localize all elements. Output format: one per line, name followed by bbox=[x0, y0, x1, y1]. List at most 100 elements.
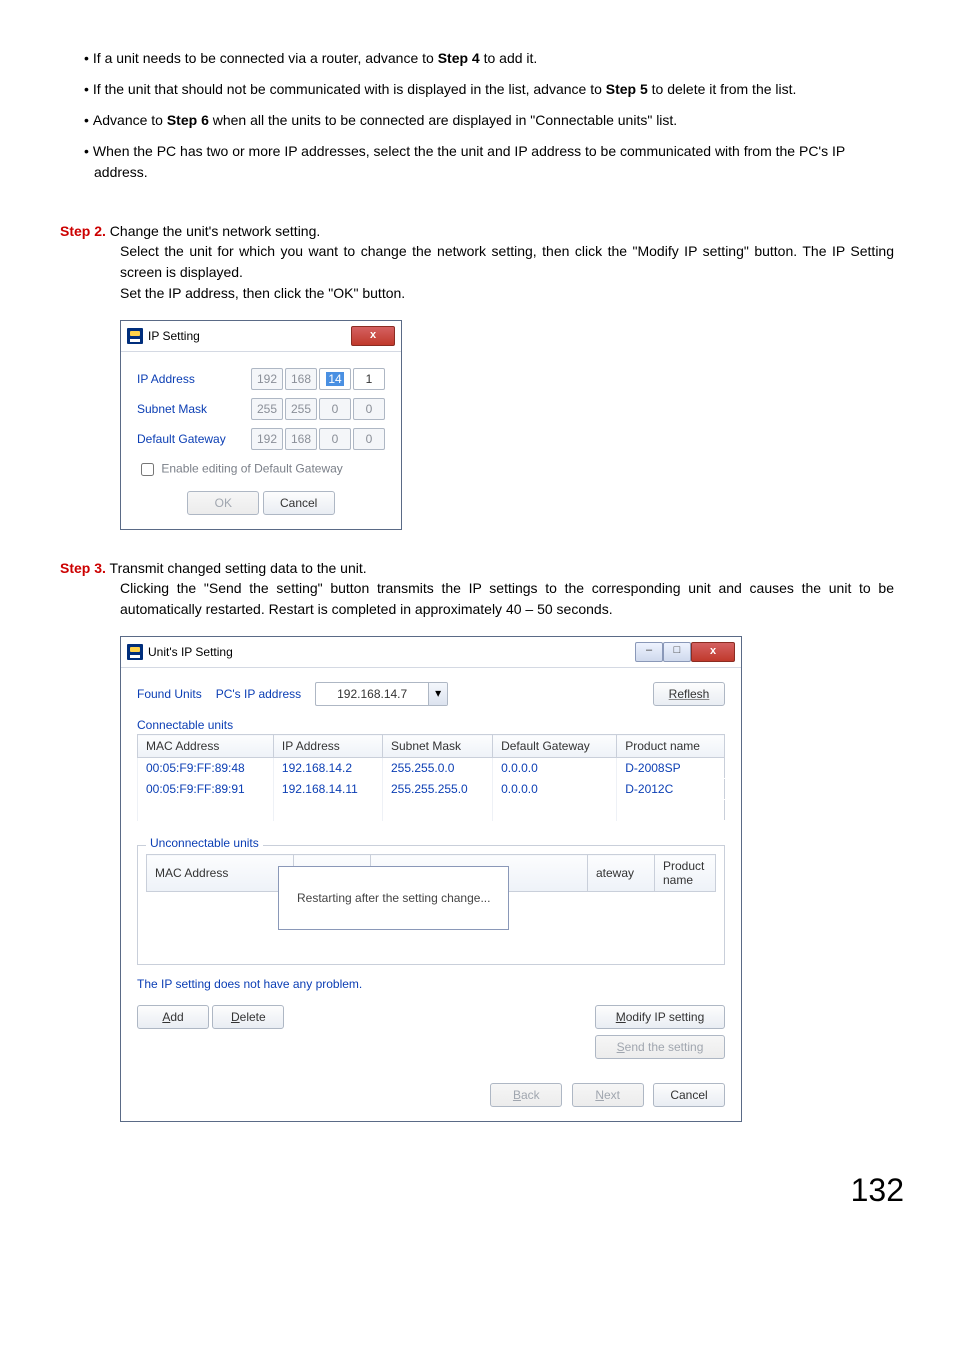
send-the-setting-button[interactable]: Send the setting bbox=[595, 1035, 725, 1059]
cell-gw: 0.0.0.0 bbox=[493, 779, 617, 800]
mask-octet-2[interactable]: 0 bbox=[319, 398, 351, 420]
bullet-icon: • bbox=[84, 50, 89, 66]
ip-dialog-title: IP Setting bbox=[148, 329, 200, 343]
ip-octet-2[interactable]: 14 bbox=[319, 368, 351, 390]
connectable-units-label: Connectable units bbox=[137, 718, 725, 732]
add-button[interactable]: Add bbox=[137, 1005, 209, 1029]
pc-ip-value: 192.168.14.7 bbox=[316, 687, 428, 701]
maximize-icon[interactable]: □ bbox=[663, 642, 691, 662]
note-text: If the unit that should not be communica… bbox=[93, 81, 797, 97]
mask-octet-1[interactable]: 255 bbox=[285, 398, 317, 420]
subnet-mask-label: Subnet Mask bbox=[137, 402, 251, 416]
cell-mac: 00:05:F9:FF:89:91 bbox=[138, 779, 274, 800]
step3-title: Transmit changed setting data to the uni… bbox=[110, 560, 367, 576]
ip-octet-2-value: 14 bbox=[326, 372, 343, 386]
bullet-icon: • bbox=[84, 143, 89, 159]
cell-ip: 192.168.14.2 bbox=[273, 758, 382, 779]
step3-block: Step 3. Transmit changed setting data to… bbox=[60, 560, 894, 1122]
close-icon[interactable]: x bbox=[351, 326, 395, 346]
app-icon bbox=[127, 328, 143, 344]
default-gateway-label: Default Gateway bbox=[137, 432, 251, 446]
ucol-mac[interactable]: MAC Address bbox=[147, 855, 294, 892]
subnet-mask-row: Subnet Mask 255 255 0 0 bbox=[137, 398, 385, 420]
ok-button[interactable]: OK bbox=[187, 491, 259, 515]
note-item: •If the unit that should not be communic… bbox=[84, 79, 894, 100]
step3-header: Step 3. Transmit changed setting data to… bbox=[60, 560, 894, 576]
gw-octet-1[interactable]: 168 bbox=[285, 428, 317, 450]
mask-octet-3[interactable]: 0 bbox=[353, 398, 385, 420]
col-product[interactable]: Product name bbox=[617, 735, 725, 758]
note-item: •When the PC has two or more IP addresse… bbox=[84, 141, 894, 183]
enable-gateway-row: Enable editing of Default Gateway bbox=[137, 460, 385, 479]
unconnectable-units-label: Unconnectable units bbox=[146, 836, 263, 850]
units-dialog-titlebar: Unit's IP Setting – □ x bbox=[121, 637, 741, 668]
ip-octet-0[interactable]: 192 bbox=[251, 368, 283, 390]
status-text: The IP setting does not have any problem… bbox=[137, 977, 725, 991]
enable-gateway-checkbox[interactable] bbox=[141, 463, 154, 476]
col-mac[interactable]: MAC Address bbox=[138, 735, 274, 758]
modify-ip-setting-button[interactable]: Modify IP setting bbox=[595, 1005, 725, 1029]
col-ip[interactable]: IP Address bbox=[273, 735, 382, 758]
cell-mask: 255.255.0.0 bbox=[382, 758, 492, 779]
pc-ip-combo[interactable]: 192.168.14.7 ▾ bbox=[315, 682, 448, 706]
units-ip-setting-dialog: Unit's IP Setting – □ x Found Units PC's… bbox=[120, 636, 742, 1122]
note-text: Advance to Step 6 when all the units to … bbox=[93, 112, 677, 128]
ip-octet-1[interactable]: 168 bbox=[285, 368, 317, 390]
col-gw[interactable]: Default Gateway bbox=[493, 735, 617, 758]
step2-body: Select the unit for which you want to ch… bbox=[120, 241, 894, 304]
ip-address-row: IP Address 192 168 14 1 bbox=[137, 368, 385, 390]
chevron-down-icon[interactable]: ▾ bbox=[428, 683, 447, 705]
notes-block: •If a unit needs to be connected via a r… bbox=[60, 48, 894, 183]
delete-button[interactable]: Delete bbox=[212, 1005, 284, 1029]
gw-octet-0[interactable]: 192 bbox=[251, 428, 283, 450]
minimize-icon[interactable]: – bbox=[635, 642, 663, 662]
col-mask[interactable]: Subnet Mask bbox=[382, 735, 492, 758]
step2-label: Step 2. bbox=[60, 223, 106, 239]
cell-mac: 00:05:F9:FF:89:48 bbox=[138, 758, 274, 779]
refresh-button[interactable]: Reflesh bbox=[653, 682, 725, 706]
cell-ip: 192.168.14.11 bbox=[273, 779, 382, 800]
cell-mask: 255.255.255.0 bbox=[382, 779, 492, 800]
enable-gateway-label: Enable editing of Default Gateway bbox=[161, 462, 342, 476]
bullet-icon: • bbox=[84, 112, 89, 128]
found-units-label: Found Units bbox=[137, 687, 202, 701]
ucol-gw[interactable]: ateway bbox=[588, 855, 655, 892]
ip-setting-dialog: IP Setting x IP Address 192 168 14 1 Sub… bbox=[120, 320, 402, 530]
step2-line2: Set the IP address, then click the "OK" … bbox=[120, 283, 894, 304]
table-row[interactable]: 00:05:F9:FF:89:91 192.168.14.11 255.255.… bbox=[138, 779, 725, 800]
note-text: When the PC has two or more IP addresses… bbox=[93, 143, 845, 180]
table-row[interactable] bbox=[138, 800, 725, 821]
close-icon[interactable]: x bbox=[691, 642, 735, 662]
restarting-text: Restarting after the setting change... bbox=[297, 891, 490, 905]
unconnectable-units-group: Unconnectable units MAC Address IP Addr … bbox=[137, 845, 725, 965]
step2-title: Change the unit's network setting. bbox=[110, 223, 320, 239]
bullet-icon: • bbox=[84, 81, 89, 97]
cell-gw: 0.0.0.0 bbox=[493, 758, 617, 779]
step2-block: Step 2. Change the unit's network settin… bbox=[60, 223, 894, 530]
gw-octet-2[interactable]: 0 bbox=[319, 428, 351, 450]
cell-product: D-2012C bbox=[617, 779, 725, 800]
units-dialog-title: Unit's IP Setting bbox=[148, 645, 233, 659]
back-button[interactable]: Back bbox=[490, 1083, 562, 1107]
default-gateway-row: Default Gateway 192 168 0 0 bbox=[137, 428, 385, 450]
mask-octet-0[interactable]: 255 bbox=[251, 398, 283, 420]
ip-address-label: IP Address bbox=[137, 372, 251, 386]
gw-octet-3[interactable]: 0 bbox=[353, 428, 385, 450]
cancel-button[interactable]: Cancel bbox=[263, 491, 335, 515]
step2-line1: Select the unit for which you want to ch… bbox=[120, 241, 894, 283]
step2-header: Step 2. Change the unit's network settin… bbox=[60, 223, 894, 239]
restarting-popup: Restarting after the setting change... bbox=[278, 866, 509, 930]
note-text: If a unit needs to be connected via a ro… bbox=[93, 50, 537, 66]
note-item: •If a unit needs to be connected via a r… bbox=[84, 48, 894, 69]
table-row[interactable]: 00:05:F9:FF:89:48 192.168.14.2 255.255.0… bbox=[138, 758, 725, 779]
nav-cancel-button[interactable]: Cancel bbox=[653, 1083, 725, 1107]
next-button[interactable]: Next bbox=[572, 1083, 644, 1107]
note-item: •Advance to Step 6 when all the units to… bbox=[84, 110, 894, 131]
step3-body: Clicking the "Send the setting" button t… bbox=[120, 578, 894, 620]
pc-ip-label: PC's IP address bbox=[216, 687, 301, 701]
connectable-units-table: MAC Address IP Address Subnet Mask Defau… bbox=[137, 734, 725, 821]
ip-octet-3[interactable]: 1 bbox=[353, 368, 385, 390]
ip-dialog-titlebar: IP Setting x bbox=[121, 321, 401, 352]
step3-label: Step 3. bbox=[60, 560, 106, 576]
ucol-product[interactable]: Product name bbox=[655, 855, 716, 892]
